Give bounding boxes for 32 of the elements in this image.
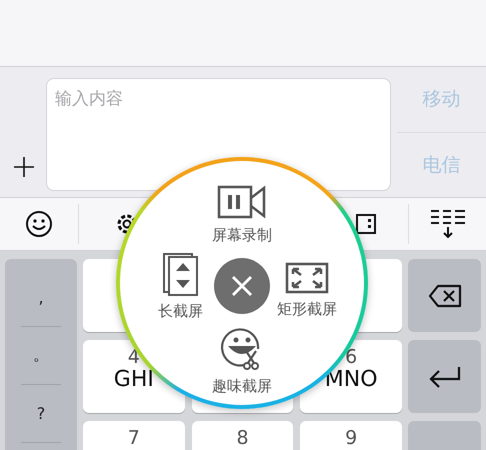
symbol-key[interactable]: , xyxy=(21,269,61,327)
menu-label: 矩形截屏 xyxy=(277,300,337,318)
key-digit: 7 xyxy=(128,429,140,448)
menu-label: 趣味截屏 xyxy=(212,377,272,396)
key[interactable]: 8 xyxy=(192,421,294,450)
menu-label: 屏幕录制 xyxy=(212,226,272,245)
close-icon xyxy=(230,274,254,298)
video-camera-icon xyxy=(217,184,267,220)
key-digit: 6 xyxy=(345,348,358,367)
enter-key[interactable] xyxy=(408,340,481,413)
expand-frame-icon xyxy=(285,262,329,294)
backspace-icon xyxy=(428,284,462,308)
long-page-icon xyxy=(160,252,200,296)
emoji-icon[interactable] xyxy=(25,210,53,238)
symbol-key[interactable]: ? xyxy=(21,385,61,443)
menu-label: 长截屏 xyxy=(158,302,203,320)
grid-icon[interactable] xyxy=(354,212,378,236)
key[interactable]: 7 xyxy=(83,421,185,450)
hide-keyboard-icon[interactable] xyxy=(428,208,466,240)
key-digit: 8 xyxy=(236,429,249,448)
key[interactable]: 9 xyxy=(300,421,402,450)
key-letters: GHI xyxy=(114,367,154,394)
plus-icon[interactable] xyxy=(12,155,36,179)
enter-icon xyxy=(428,364,462,388)
key-digit: 9 xyxy=(345,429,358,448)
input-field[interactable]: 输入内容 xyxy=(46,78,391,191)
key-letters: MNO xyxy=(324,367,378,394)
menu-item[interactable]: 矩形截屏 xyxy=(277,254,337,318)
delete-key[interactable] xyxy=(408,259,481,332)
symbol-key[interactable]: 。 xyxy=(21,327,61,385)
menu-item[interactable]: 趣味截屏 xyxy=(197,327,287,396)
menu-item[interactable]: 长截屏 xyxy=(158,252,203,320)
